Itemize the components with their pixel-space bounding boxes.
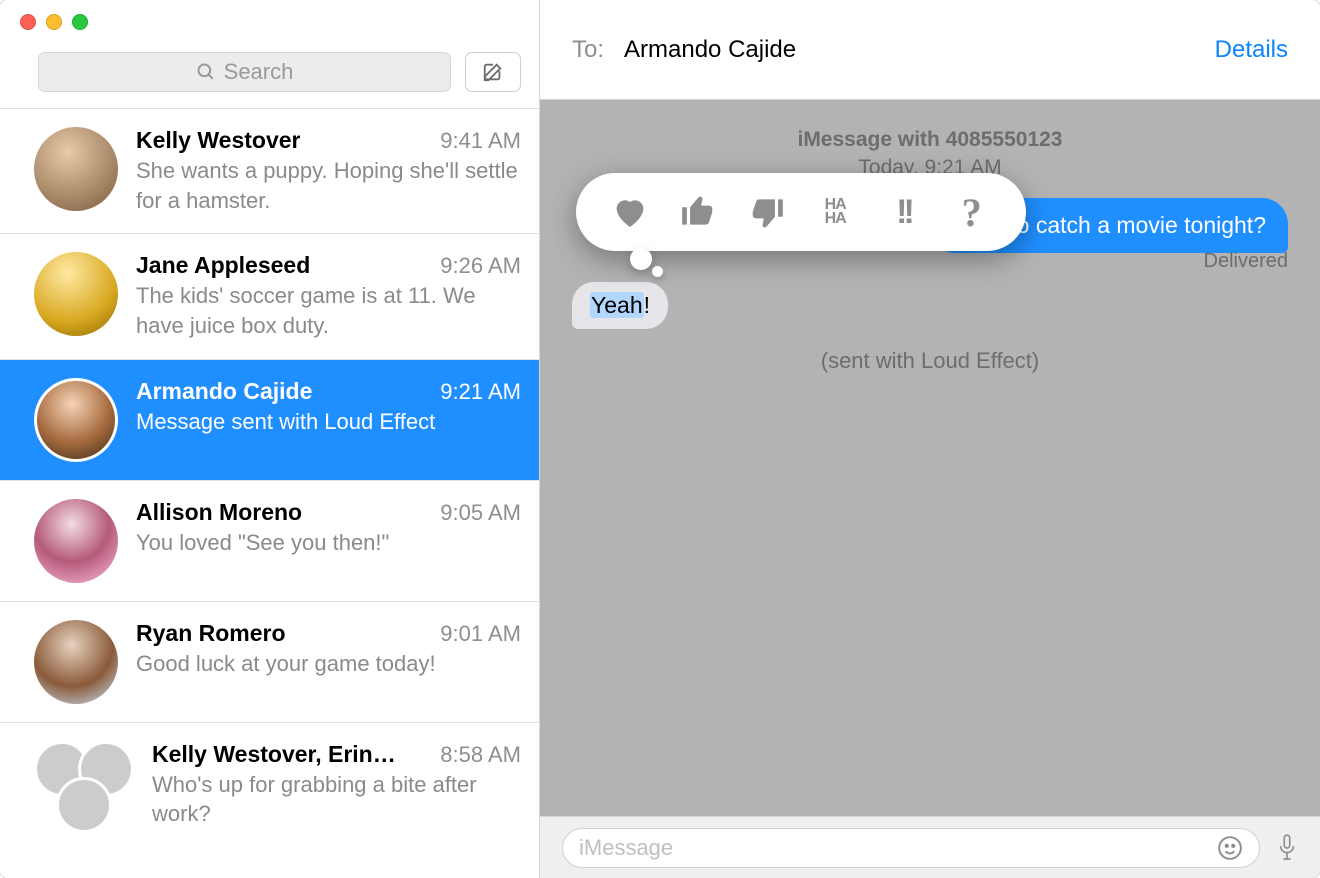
incoming-text-highlight: Yeah	[590, 292, 644, 318]
conversation-list: Kelly Westover 9:41 AM She wants a puppy.…	[0, 108, 539, 878]
to-recipient: Armando Cajide	[624, 36, 1195, 64]
messages-window: Search Kelly Westover 9:41 AM She wants a…	[0, 0, 1320, 878]
search-row: Search	[0, 44, 539, 108]
compose-icon	[482, 61, 504, 83]
conversation-item[interactable]: Jane Appleseed 9:26 AM The kids' soccer g…	[0, 233, 539, 358]
conversation-name: Ryan Romero	[136, 620, 286, 647]
group-avatar	[34, 741, 134, 833]
incoming-text-tail: !	[644, 292, 650, 318]
conversation-time: 9:21 AM	[440, 379, 521, 405]
thread-header: To: Armando Cajide Details	[540, 0, 1320, 100]
mic-icon	[1276, 833, 1298, 863]
tapback-haha[interactable]: HAHA	[811, 188, 859, 236]
tapback-popover: HAHA !! ?	[576, 173, 1026, 251]
emoji-button[interactable]	[1217, 835, 1243, 861]
tapback-question[interactable]: ?	[948, 188, 996, 236]
conversation-preview: Who's up for grabbing a bite after work?	[152, 770, 521, 829]
conversation-time: 9:01 AM	[440, 621, 521, 647]
tapback-emphasize[interactable]: !!	[879, 188, 927, 236]
conversation-name: Jane Appleseed	[136, 252, 310, 279]
mic-button[interactable]	[1276, 833, 1298, 863]
search-input[interactable]: Search	[38, 52, 451, 92]
question-icon: ?	[962, 189, 982, 236]
double-exclaim-icon: !!	[896, 193, 911, 232]
avatar	[34, 620, 118, 704]
heart-icon	[610, 192, 650, 232]
delivered-status: Delivered	[1204, 250, 1288, 273]
conversation-preview: Good luck at your game today!	[136, 649, 521, 679]
details-button[interactable]: Details	[1215, 36, 1288, 64]
to-label: To:	[572, 36, 604, 64]
thumbs-up-icon	[679, 193, 717, 231]
conversation-item-selected[interactable]: Armando Cajide 9:21 AM Message sent with …	[0, 359, 539, 480]
incoming-message-bubble[interactable]: Yeah!	[572, 282, 668, 329]
conversation-name: Kelly Westover, Erin…	[152, 741, 396, 768]
conversation-item[interactable]: Kelly Westover, Erin… 8:58 AM Who's up fo…	[0, 722, 539, 851]
message-input[interactable]: iMessage	[562, 828, 1260, 868]
thread-info-line: iMessage with 4085550123	[540, 128, 1320, 152]
avatar	[34, 252, 118, 336]
effect-caption: (sent with Loud Effect)	[540, 348, 1320, 374]
window-close-button[interactable]	[20, 14, 36, 30]
message-placeholder: iMessage	[579, 835, 673, 861]
compose-button[interactable]	[465, 52, 521, 92]
conversation-time: 9:26 AM	[440, 253, 521, 279]
main-pane: To: Armando Cajide Details iMessage with…	[540, 0, 1320, 878]
window-zoom-button[interactable]	[72, 14, 88, 30]
conversation-name: Allison Moreno	[136, 499, 302, 526]
conversation-time: 9:05 AM	[440, 500, 521, 526]
conversation-time: 8:58 AM	[440, 742, 521, 768]
haha-icon: HAHA	[825, 198, 846, 226]
tapback-thumbs-up[interactable]	[674, 188, 722, 236]
conversation-preview: The kids' soccer game is at 11. We have …	[136, 281, 521, 340]
conversation-item[interactable]: Kelly Westover 9:41 AM She wants a puppy.…	[0, 108, 539, 233]
search-icon	[196, 62, 216, 82]
avatar	[34, 378, 118, 462]
conversation-preview: She wants a puppy. Hoping she'll settle …	[136, 156, 521, 215]
conversation-item[interactable]: Ryan Romero 9:01 AM Good luck at your gam…	[0, 601, 539, 722]
tapback-heart[interactable]	[606, 188, 654, 236]
conversation-preview: You loved "See you then!"	[136, 528, 521, 558]
titlebar	[0, 0, 539, 44]
conversation-name: Armando Cajide	[136, 378, 312, 405]
avatar	[34, 499, 118, 583]
smiley-icon	[1217, 835, 1243, 861]
avatar	[34, 127, 118, 211]
search-placeholder: Search	[224, 59, 294, 85]
thumbs-down-icon	[748, 193, 786, 231]
conversation-preview: Message sent with Loud Effect	[136, 407, 521, 437]
message-thread: iMessage with 4085550123 Today, 9:21 AM …	[540, 100, 1320, 816]
tapback-thumbs-down[interactable]	[743, 188, 791, 236]
sidebar: Search Kelly Westover 9:41 AM She wants a…	[0, 0, 540, 878]
window-minimize-button[interactable]	[46, 14, 62, 30]
conversation-item[interactable]: Allison Moreno 9:05 AM You loved "See you…	[0, 480, 539, 601]
conversation-name: Kelly Westover	[136, 127, 300, 154]
conversation-time: 9:41 AM	[440, 128, 521, 154]
compose-bar: iMessage	[540, 816, 1320, 878]
